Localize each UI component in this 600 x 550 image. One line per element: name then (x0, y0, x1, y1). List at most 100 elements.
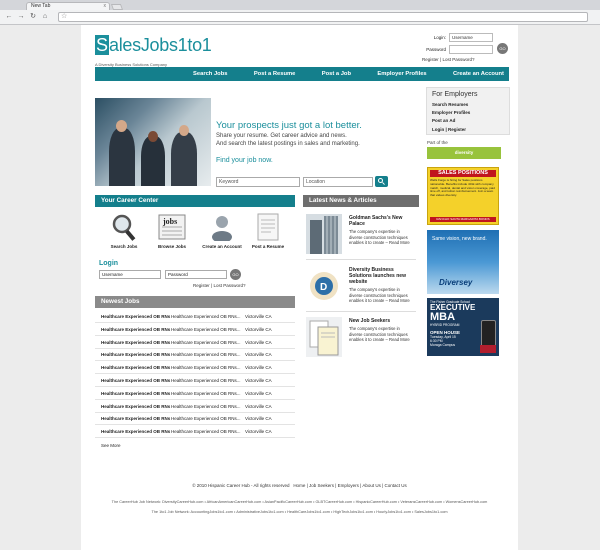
sales-positions-ad[interactable]: SALES POSITIONS Wells Fargo is hiring fo… (427, 167, 499, 225)
building-image[interactable] (306, 214, 342, 254)
divider (95, 360, 295, 362)
divider (306, 259, 416, 260)
job-title[interactable]: Healthcare Experienced OB RNs (101, 338, 170, 347)
login-go-button[interactable]: GO (230, 269, 241, 280)
login-lost-password-link[interactable]: Lost Password? (213, 283, 245, 288)
footer-links[interactable]: Home | Job Seekers | Employers | About U… (293, 483, 406, 488)
cc-create-account[interactable]: Create an Account (197, 244, 247, 249)
job-company: Healthcare Experienced OB RNs... (171, 352, 241, 358)
read-more-link[interactable]: Read More (389, 240, 410, 245)
employers-register-link[interactable]: Register (448, 127, 466, 132)
cc-browse-jobs[interactable]: Browse Jobs (147, 244, 197, 249)
site-logo[interactable]: SalesJobs1to1 (95, 35, 212, 55)
job-title[interactable]: Healthcare Experienced OB RNs (101, 363, 170, 372)
nav-create-account[interactable]: Create an Account (453, 71, 504, 77)
nav-search-jobs[interactable]: Search Jobs (193, 71, 227, 77)
school-logo (480, 345, 496, 353)
ad-headline: SALES POSITIONS (430, 170, 496, 177)
employers-profiles[interactable]: Employer Profiles (432, 110, 504, 115)
job-company: Healthcare Experienced OB RNs... (171, 403, 241, 409)
location-input[interactable]: Location (303, 177, 373, 187)
search-button[interactable] (375, 176, 388, 187)
hero-headline: Your prospects just got a lot better. (216, 120, 362, 131)
login-links: Register | Lost Password? (193, 283, 246, 288)
close-icon[interactable]: x (104, 3, 107, 10)
job-title[interactable]: Healthcare Experienced OB RNs (101, 389, 170, 398)
job-title[interactable]: Healthcare Experienced OB RNs (101, 414, 170, 423)
job-title[interactable]: Healthcare Experienced OB RNs (101, 312, 170, 321)
diversey-ad[interactable]: Same vision, new brand. Diversey (427, 230, 499, 294)
divider (95, 437, 295, 439)
1to1-network[interactable]: The 1to1 Job Network: AccountingJobs1to1… (81, 510, 518, 514)
resume-document-icon[interactable] (251, 213, 285, 241)
job-company: Healthcare Experienced OB RNs... (171, 378, 241, 383)
browser-toolbar: ← → ↻ ⌂ ☆ (0, 10, 600, 25)
tab-title: New Tab (31, 3, 51, 9)
register-link[interactable]: Register (422, 57, 439, 62)
job-location: Victorville CA (245, 378, 272, 383)
part-of-label: Part of the (427, 140, 448, 145)
job-title[interactable]: Healthcare Experienced OB RNs (101, 350, 170, 359)
nav-post-resume[interactable]: Post a Resume (254, 71, 296, 77)
user-account-icon[interactable] (205, 213, 239, 241)
login-password-input[interactable]: Password (165, 270, 227, 279)
divider (95, 373, 295, 375)
web-page: SalesJobs1to1 A Diversity Business Solut… (81, 25, 518, 550)
header-password-input[interactable] (449, 45, 493, 54)
newspaper-icon[interactable]: jobs (155, 213, 189, 241)
employers-box: For Employers Search Resumes Employer Pr… (426, 87, 510, 135)
diversity-logo[interactable]: diversity (427, 147, 501, 159)
divider (95, 424, 295, 426)
reload-icon[interactable]: ↻ (28, 12, 38, 22)
login-username-input[interactable]: Username (99, 270, 161, 279)
forward-arrow-icon[interactable]: → (16, 12, 26, 22)
address-bar[interactable]: ☆ (58, 12, 588, 22)
cc-post-resume[interactable]: Post a Resume (243, 244, 293, 249)
job-title[interactable]: Healthcare Experienced OB RNs (101, 427, 170, 436)
employers-login-link[interactable]: Login (432, 127, 444, 132)
job-title[interactable]: Healthcare Experienced OB RNs (101, 325, 170, 334)
hero-subtext: Share your resume. Get career advice and… (216, 133, 360, 147)
nav-post-job[interactable]: Post a Job (322, 71, 351, 77)
job-seekers-image[interactable] (306, 317, 342, 357)
see-more-link[interactable]: See More (101, 443, 121, 448)
job-title[interactable]: Healthcare Experienced OB RNs (101, 402, 170, 411)
job-company: Healthcare Experienced OB RNs... (171, 314, 241, 319)
magnifier-icon[interactable] (107, 213, 141, 241)
header-login: Login: Username Password GO Register | L… (417, 33, 511, 62)
nav-employer-profiles[interactable]: Employer Profiles (377, 71, 426, 77)
job-location: Victorville CA (245, 352, 272, 358)
read-more-link[interactable]: Read More (389, 298, 410, 303)
job-title[interactable]: Healthcare Experienced OB RNs (101, 376, 170, 385)
job-location: Victorville CA (245, 326, 272, 332)
job-location: Victorville CA (245, 365, 272, 371)
keyword-input[interactable]: Keyword (216, 177, 300, 187)
back-arrow-icon[interactable]: ← (4, 12, 14, 22)
footer-line: © 2010 Hispanic Career Hub - All rights … (81, 483, 518, 488)
diversity-globe-image[interactable]: D (306, 266, 342, 306)
ad-footer: RANCHO SANTA MARGARITA BONDS (430, 217, 496, 222)
divider (95, 411, 295, 413)
ad-brand: Diversey (439, 278, 473, 287)
lost-password-link[interactable]: Lost Password? (442, 57, 474, 62)
home-icon[interactable]: ⌂ (40, 12, 50, 22)
divider (95, 347, 295, 349)
careerhub-network[interactable]: The CareerHub Job Network: DiversityCare… (81, 500, 518, 504)
header-go-button[interactable]: GO (497, 43, 508, 54)
employers-search-resumes[interactable]: Search Resumes (432, 102, 504, 107)
login-register-link[interactable]: Register (193, 283, 210, 288)
read-more-link[interactable]: Read More (389, 337, 410, 342)
news-title[interactable]: Diversity Business Solutions launches ne… (349, 267, 413, 285)
cc-search-jobs[interactable]: Search Jobs (99, 244, 149, 249)
executive-mba-ad[interactable]: The Fisher Graduate School EXECUTIVE MBA… (427, 298, 499, 356)
news-title[interactable]: Goldman Sachs's New Palace (349, 215, 413, 227)
news-text: The company's expertise in diverse const… (349, 326, 410, 342)
star-icon[interactable]: ☆ (61, 12, 67, 20)
browser-tab[interactable]: New Tab x (26, 2, 110, 10)
news-title[interactable]: New Job Seekers (349, 318, 413, 324)
login-label: Login: (433, 35, 446, 40)
ad-tagline: Same vision, new brand. (432, 236, 487, 242)
header-login-links: Register | Lost Password? (422, 57, 475, 62)
header-username-input[interactable]: Username (449, 33, 493, 42)
employers-post-ad[interactable]: Post an Ad (432, 118, 504, 123)
